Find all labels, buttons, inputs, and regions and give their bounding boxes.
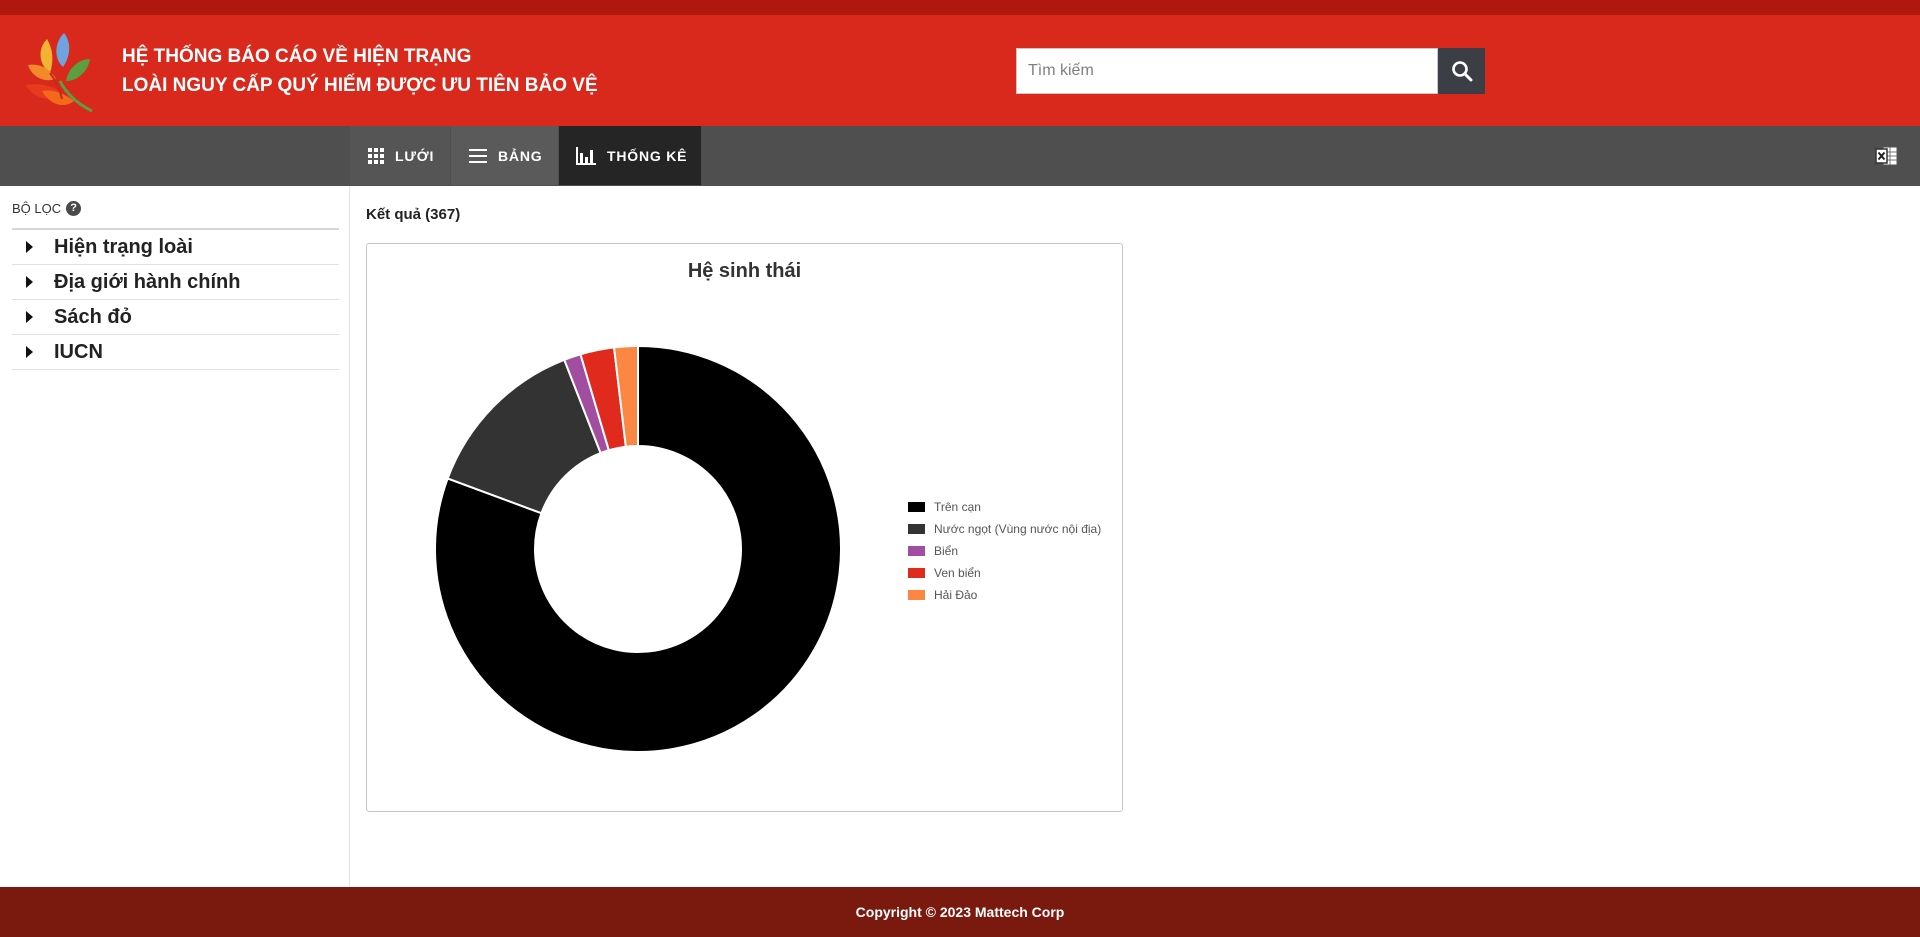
filter-red-book[interactable]: Sách đỏ [12, 300, 339, 335]
list-icon [469, 148, 487, 163]
tab-statistics[interactable]: THỐNG KÊ [559, 126, 701, 185]
filter-label: IUCN [54, 340, 103, 363]
legend-swatch [908, 546, 925, 556]
caret-right-icon [26, 241, 33, 253]
view-toolbar: LƯỚI BẢNG THỐNG KÊ [0, 126, 1920, 186]
search-button[interactable] [1438, 48, 1485, 94]
filter-heading: BỘ LỌC ? [12, 200, 339, 216]
caret-right-icon [26, 276, 33, 288]
caret-right-icon [26, 311, 33, 323]
filter-iucn[interactable]: IUCN [12, 335, 339, 370]
legend-item[interactable]: Biển [908, 540, 1101, 562]
result-count: Kết quả (367) [366, 206, 461, 223]
app-title: HỆ THỐNG BÁO CÁO VỀ HIỆN TRẠNG LOÀI NGUY… [122, 42, 598, 100]
copyright-text: Copyright © 2023 Mattech Corp [855, 904, 1065, 920]
tab-table[interactable]: BẢNG [451, 126, 558, 185]
app-header: HỆ THỐNG BÁO CÁO VỀ HIỆN TRẠNG LOÀI NGUY… [0, 15, 1920, 126]
search-input[interactable] [1028, 62, 1437, 80]
grid-icon [368, 147, 384, 164]
search-box [1016, 48, 1438, 94]
legend-label: Hải Đảo [934, 588, 978, 602]
question-icon[interactable]: ? [66, 200, 82, 216]
flower-logo-icon[interactable] [20, 29, 96, 113]
legend-label: Nước ngọt (Vùng nước nội địa) [934, 522, 1102, 536]
legend-item[interactable]: Ven biển [908, 562, 1101, 584]
tab-grid[interactable]: LƯỚI [350, 126, 450, 185]
caret-right-icon [26, 346, 33, 358]
legend-label: Trên cạn [934, 500, 981, 514]
legend-swatch [908, 590, 925, 600]
filter-list: Hiện trạng loài Địa giới hành chính Sách… [12, 230, 339, 370]
page-footer: Copyright © 2023 Mattech Corp [0, 887, 1920, 937]
chart-card: Hệ sinh thái Trên cạn Nước ngọt (Vùng nướ… [366, 243, 1123, 812]
app-title-line1: HỆ THỐNG BÁO CÁO VỀ HIỆN TRẠNG [122, 46, 472, 67]
bar-chart-icon [576, 146, 596, 165]
legend-label: Ven biển [934, 566, 981, 580]
app-title-line2: LOÀI NGUY CẤP QUÝ HIẾM ĐƯỢC ƯU TIÊN BẢO … [122, 75, 598, 96]
chart-legend: Trên cạn Nước ngọt (Vùng nước nội địa) Biể… [908, 496, 1101, 606]
filter-heading-label: BỘ LỌC [12, 200, 62, 216]
tab-grid-label: LƯỚI [395, 147, 435, 164]
legend-swatch [908, 568, 925, 578]
filter-label: Địa giới hành chính [54, 270, 241, 293]
legend-swatch [908, 524, 925, 534]
legend-item[interactable]: Trên cạn [908, 496, 1101, 518]
legend-item[interactable]: Nước ngọt (Vùng nước nội địa) [908, 518, 1101, 540]
tab-table-label: BẢNG [498, 147, 543, 164]
excel-export-icon[interactable] [1875, 145, 1898, 167]
legend-item[interactable]: Hải Đảo [908, 584, 1101, 606]
filter-sidebar: BỘ LỌC ? Hiện trạng loài Địa giới hành c… [0, 186, 350, 887]
search-icon [1451, 61, 1472, 82]
filter-species-status[interactable]: Hiện trạng loài [12, 230, 339, 265]
filter-administrative-area[interactable]: Địa giới hành chính [12, 265, 339, 300]
legend-swatch [908, 502, 925, 512]
filter-label: Hiện trạng loài [54, 235, 193, 258]
top-accent-strip [0, 0, 1920, 15]
filter-label: Sách đỏ [54, 305, 132, 328]
legend-label: Biển [934, 544, 959, 558]
tab-statistics-label: THỐNG KÊ [607, 147, 688, 164]
